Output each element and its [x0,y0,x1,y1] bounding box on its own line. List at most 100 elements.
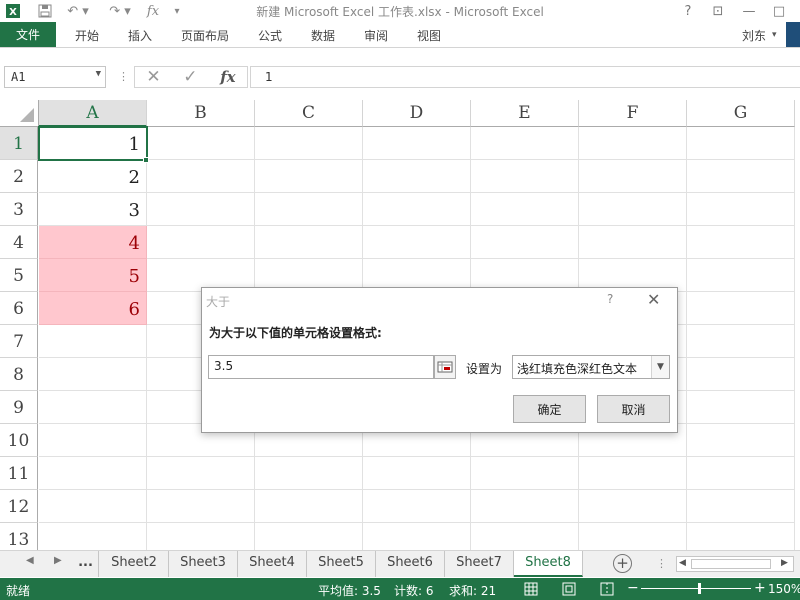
cell-d11[interactable] [363,457,471,490]
cell-e4[interactable] [471,226,579,259]
cell-a13[interactable] [39,523,147,550]
cell-g1[interactable] [687,127,795,160]
cell-f13[interactable] [579,523,687,550]
column-header-a[interactable]: A [39,100,147,127]
chevron-down-icon[interactable]: ▼ [651,356,669,378]
cell-c2[interactable] [255,160,363,193]
cell-e13[interactable] [471,523,579,550]
column-header-b[interactable]: B [147,100,255,127]
cell-a7[interactable] [39,325,147,358]
normal-view-icon[interactable] [524,582,538,599]
horizontal-scrollbar[interactable]: ◀ ▶ [676,556,794,572]
ribbon-display-button[interactable]: ⊡ [706,1,730,21]
maximize-button[interactable]: □ [767,1,791,21]
scroll-right-icon[interactable]: ▶ [781,558,788,568]
column-header-c[interactable]: C [255,100,363,127]
cell-b11[interactable] [147,457,255,490]
more-options-icon[interactable]: ⋮ [656,557,667,570]
cell-a10[interactable] [39,424,147,457]
range-select-icon[interactable] [434,355,456,379]
cell-a11[interactable] [39,457,147,490]
row-header-4[interactable]: 4 [0,226,38,259]
cell-d2[interactable] [363,160,471,193]
zoom-slider-track[interactable] [641,588,751,589]
sheet-tab-sheet3[interactable]: Sheet3 [169,551,238,577]
cell-d13[interactable] [363,523,471,550]
cell-g5[interactable] [687,259,795,292]
cell-f2[interactable] [579,160,687,193]
zoom-out-button[interactable]: − [627,580,639,596]
scroll-left-icon[interactable]: ◀ [679,558,686,568]
sheet-tab-sheet4[interactable]: Sheet4 [238,551,307,577]
cell-g6[interactable] [687,292,795,325]
cell-a1[interactable]: 1 [39,127,147,160]
cell-d1[interactable] [363,127,471,160]
page-layout-view-icon[interactable] [562,582,576,599]
cell-g3[interactable] [687,193,795,226]
cell-f4[interactable] [579,226,687,259]
row-header-8[interactable]: 8 [0,358,38,391]
cell-b2[interactable] [147,160,255,193]
cell-c13[interactable] [255,523,363,550]
sheet-tab-sheet7[interactable]: Sheet7 [445,551,514,577]
cell-b13[interactable] [147,523,255,550]
add-sheet-icon[interactable]: + [613,554,632,573]
cell-g9[interactable] [687,391,795,424]
threshold-value-input[interactable]: 3.5 [208,355,434,379]
cell-g12[interactable] [687,490,795,523]
row-header-10[interactable]: 10 [0,424,38,457]
cell-c11[interactable] [255,457,363,490]
cell-c4[interactable] [255,226,363,259]
cell-d3[interactable] [363,193,471,226]
cell-a12[interactable] [39,490,147,523]
row-header-11[interactable]: 11 [0,457,38,490]
dialog-help-button[interactable]: ? [607,292,613,306]
cell-a2[interactable]: 2 [39,160,147,193]
cell-g2[interactable] [687,160,795,193]
cancel-icon[interactable]: ✕ [146,67,160,87]
help-button[interactable]: ? [676,1,700,21]
name-box[interactable]: A1 ▼ [4,66,106,88]
cell-f12[interactable] [579,490,687,523]
column-header-g[interactable]: G [687,100,795,127]
cell-g4[interactable] [687,226,795,259]
avatar[interactable] [786,22,800,47]
cancel-button[interactable]: 取消 [597,395,670,423]
minimize-button[interactable]: — [737,1,761,21]
tab-formulas[interactable]: 公式 [258,27,282,44]
cell-a3[interactable]: 3 [39,193,147,226]
cell-e11[interactable] [471,457,579,490]
row-header-5[interactable]: 5 [0,259,38,292]
tab-file[interactable]: 文件 [0,22,56,47]
tab-review[interactable]: 审阅 [364,27,388,44]
row-header-1[interactable]: 1 [0,127,38,160]
cell-e2[interactable] [471,160,579,193]
cell-g8[interactable] [687,358,795,391]
more-sheets-button[interactable]: ... [73,551,99,577]
cell-b12[interactable] [147,490,255,523]
cell-a6[interactable]: 6 [39,292,147,325]
cell-f3[interactable] [579,193,687,226]
zoom-slider-thumb[interactable] [698,583,701,594]
row-header-13[interactable]: 13 [0,523,38,550]
cell-a5[interactable]: 5 [39,259,147,292]
zoom-in-button[interactable]: + [754,580,766,596]
row-header-9[interactable]: 9 [0,391,38,424]
row-header-7[interactable]: 7 [0,325,38,358]
select-all-corner[interactable] [0,100,39,127]
tab-data[interactable]: 数据 [311,27,335,44]
zoom-level[interactable]: 150% [768,582,800,596]
cell-c12[interactable] [255,490,363,523]
cell-g11[interactable] [687,457,795,490]
enter-check-icon[interactable]: ✓ [183,67,197,87]
tab-page-layout[interactable]: 页面布局 [181,27,229,44]
cell-b3[interactable] [147,193,255,226]
cell-b1[interactable] [147,127,255,160]
page-break-view-icon[interactable] [600,582,614,599]
scroll-right-icon[interactable]: ▶ [54,555,62,566]
cell-f1[interactable] [579,127,687,160]
format-select[interactable]: 浅红填充色深红色文本 ▼ [512,355,670,379]
sheet-tab-sheet5[interactable]: Sheet5 [307,551,376,577]
row-header-6[interactable]: 6 [0,292,38,325]
cell-e1[interactable] [471,127,579,160]
